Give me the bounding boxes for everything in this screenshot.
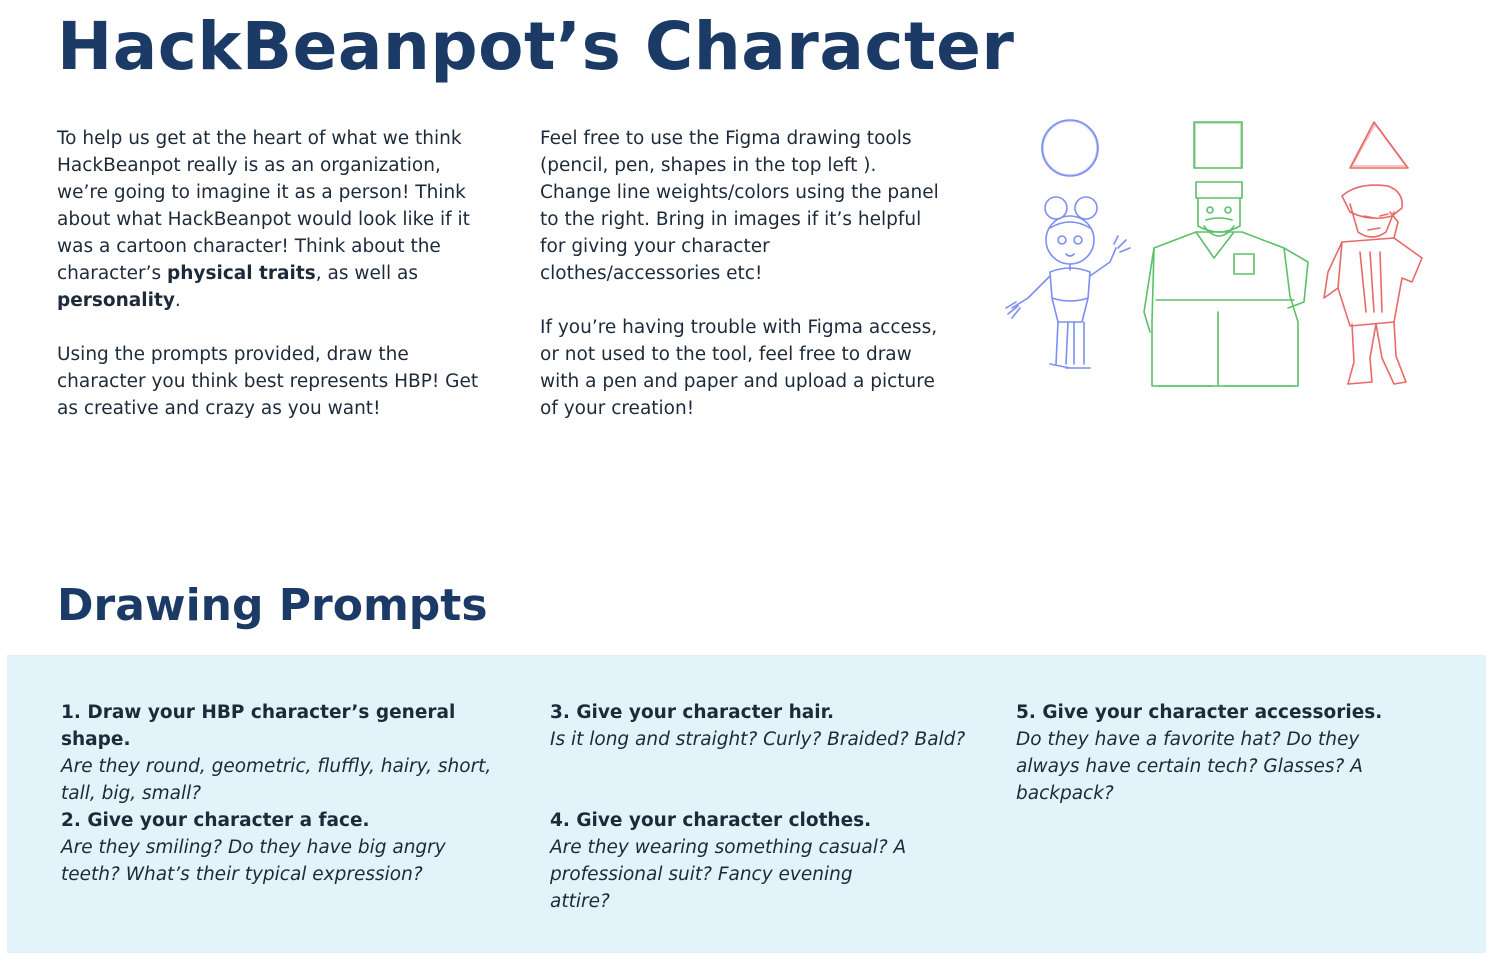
prompts-panel: 1. Draw your HBP character’s general sha… (7, 655, 1486, 953)
prompt-title: 5. Give your character accessories. (1016, 702, 1383, 723)
tools-text-column: Feel free to use the Figma drawing tools… (540, 125, 950, 449)
character-sketches-illustration (998, 112, 1438, 402)
prompt-description: Are they round, geometric, fluffly, hair… (61, 756, 492, 804)
prompt-item-5: 5. Give your character accessories. Do t… (1016, 699, 1416, 807)
prompt-title: 1. Draw your HBP character’s general sha… (61, 702, 456, 750)
tools-paragraph-2: If you’re having trouble with Figma acce… (540, 317, 938, 419)
intro-paragraph-2: Using the prompts provided, draw the cha… (57, 344, 479, 419)
prompt-title: 2. Give your character a face. (61, 810, 370, 831)
square-character-sketch (1143, 121, 1309, 387)
prompt-item-4: 4. Give your character clothes. Are they… (550, 807, 910, 915)
square-shape-icon (1193, 121, 1243, 169)
prompt-item-3: 3. Give your character hair. Is it long … (550, 699, 970, 753)
intro-paragraph-1: To help us get at the heart of what we t… (57, 128, 470, 311)
prompt-description: Is it long and straight? Curly? Braided?… (550, 729, 966, 750)
tools-paragraph-1: Feel free to use the Figma drawing tools… (540, 128, 939, 284)
prompt-description: Are they smiling? Do they have big angry… (61, 837, 446, 885)
prompt-item-2: 2. Give your character a face. Are they … (61, 807, 501, 888)
page-title: HackBeanpot’s Character (57, 8, 1015, 85)
prompt-description: Are they wearing something casual? A pro… (550, 837, 907, 912)
personality-emphasis: personality (57, 290, 175, 311)
circle-character-sketch (1005, 119, 1131, 369)
prompt-description: Do they have a favorite hat? Do they alw… (1016, 729, 1363, 804)
prompt-title: 4. Give your character clothes. (550, 810, 872, 831)
intro-text-column: To help us get at the heart of what we t… (57, 125, 497, 449)
prompt-title: 3. Give your character hair. (550, 702, 835, 723)
drawing-prompts-heading: Drawing Prompts (57, 580, 488, 631)
triangle-character-sketch (1323, 121, 1423, 385)
prompt-item-1: 1. Draw your HBP character’s general sha… (61, 699, 501, 807)
physical-traits-emphasis: physical traits (167, 263, 316, 284)
